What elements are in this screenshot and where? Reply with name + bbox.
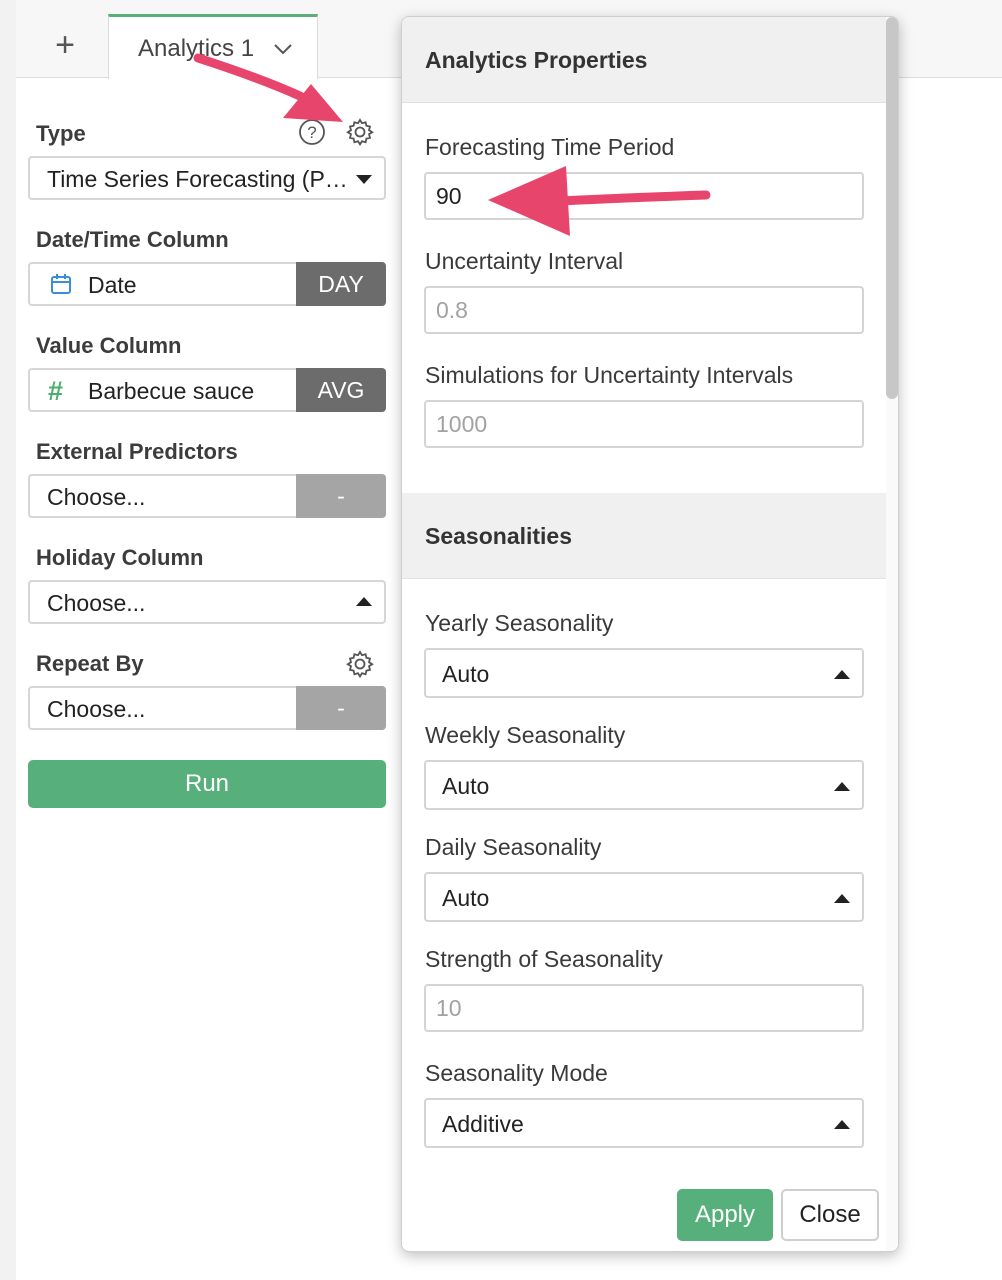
weekly-seasonality-value: Auto [442,773,490,799]
seasonality-mode-select[interactable]: Additive [424,1098,864,1148]
caret-up-icon [834,670,850,679]
seasonality-mode-label: Seasonality Mode [425,1060,608,1086]
yearly-seasonality-label: Yearly Seasonality [425,610,614,636]
dialog-title: Analytics Properties [425,47,648,73]
weekly-seasonality-label: Weekly Seasonality [425,722,626,748]
daily-seasonality-label: Daily Seasonality [425,834,602,860]
seasonality-mode-value: Additive [442,1111,524,1137]
yearly-seasonality-select[interactable]: Auto [424,648,864,698]
seasonalities-title: Seasonalities [425,523,573,549]
holiday-column-select[interactable]: Choose... [28,580,386,624]
datetime-column-field[interactable]: Date DAY [28,262,386,306]
simulations-label: Simulations for Uncertainty Intervals [425,362,794,388]
aggregation-button[interactable]: AVG [296,368,386,412]
type-label: Type [36,121,86,146]
help-icon[interactable]: ? [298,118,326,146]
forecast-period-input[interactable] [424,172,864,220]
repeat-by-label: Repeat By [36,651,144,676]
chevron-down-icon[interactable] [273,43,293,55]
weekly-seasonality-select[interactable]: Auto [424,760,864,810]
external-predictors-label: External Predictors [36,439,238,464]
holiday-column-value: Choose... [47,590,146,616]
daily-seasonality-value: Auto [442,885,490,911]
type-select[interactable]: Time Series Forecasting (P… [28,156,386,200]
caret-up-icon [834,782,850,791]
yearly-seasonality-value: Auto [442,661,490,687]
repeat-by-value: Choose... [47,696,146,722]
daily-seasonality-select[interactable]: Auto [424,872,864,922]
svg-text:?: ? [307,123,316,142]
gear-icon[interactable] [345,117,375,147]
forecast-period-label: Forecasting Time Period [425,134,675,160]
tab-analytics-1[interactable]: Analytics 1 [108,14,318,79]
hash-icon: # [48,376,64,406]
caret-up-icon [834,1120,850,1129]
value-column-label: Value Column [36,333,182,358]
seasonality-strength-label: Strength of Seasonality [425,946,663,972]
analytics-properties-dialog: Analytics Properties Forecasting Time Pe… [401,16,899,1252]
uncertainty-interval-input[interactable] [424,286,864,334]
seasonality-strength-input[interactable] [424,984,864,1032]
datetime-column-label: Date/Time Column [36,227,229,252]
calendar-icon [51,274,71,294]
gear-icon[interactable] [345,649,375,679]
run-button[interactable]: Run [28,760,386,808]
uncertainty-interval-label: Uncertainty Interval [425,248,624,274]
dialog-header: Analytics Properties [402,17,886,103]
close-button[interactable]: Close [781,1189,879,1241]
scrollbar-thumb[interactable] [886,17,898,399]
external-predictors-field[interactable]: Choose... - [28,474,386,518]
value-column-field[interactable]: # Barbecue sauce AVG [28,368,386,412]
caret-up-icon [834,894,850,903]
repeat-by-button[interactable]: - [296,686,386,730]
value-column-value: Barbecue sauce [88,378,255,404]
datetime-column-value: Date [88,272,137,298]
caret-down-icon [356,175,372,184]
add-tab-button[interactable]: + [38,20,92,74]
external-predictors-value: Choose... [47,484,146,510]
apply-button[interactable]: Apply [677,1189,773,1241]
seasonalities-header: Seasonalities [402,493,886,579]
tab-label: Analytics 1 [138,35,255,62]
external-predictors-button[interactable]: - [296,474,386,518]
datetime-unit-button[interactable]: DAY [296,262,386,306]
caret-up-icon [356,597,372,606]
holiday-column-label: Holiday Column [36,545,204,570]
simulations-input[interactable] [424,400,864,448]
repeat-by-field[interactable]: Choose... - [28,686,386,730]
type-select-value: Time Series Forecasting (P… [47,166,348,192]
